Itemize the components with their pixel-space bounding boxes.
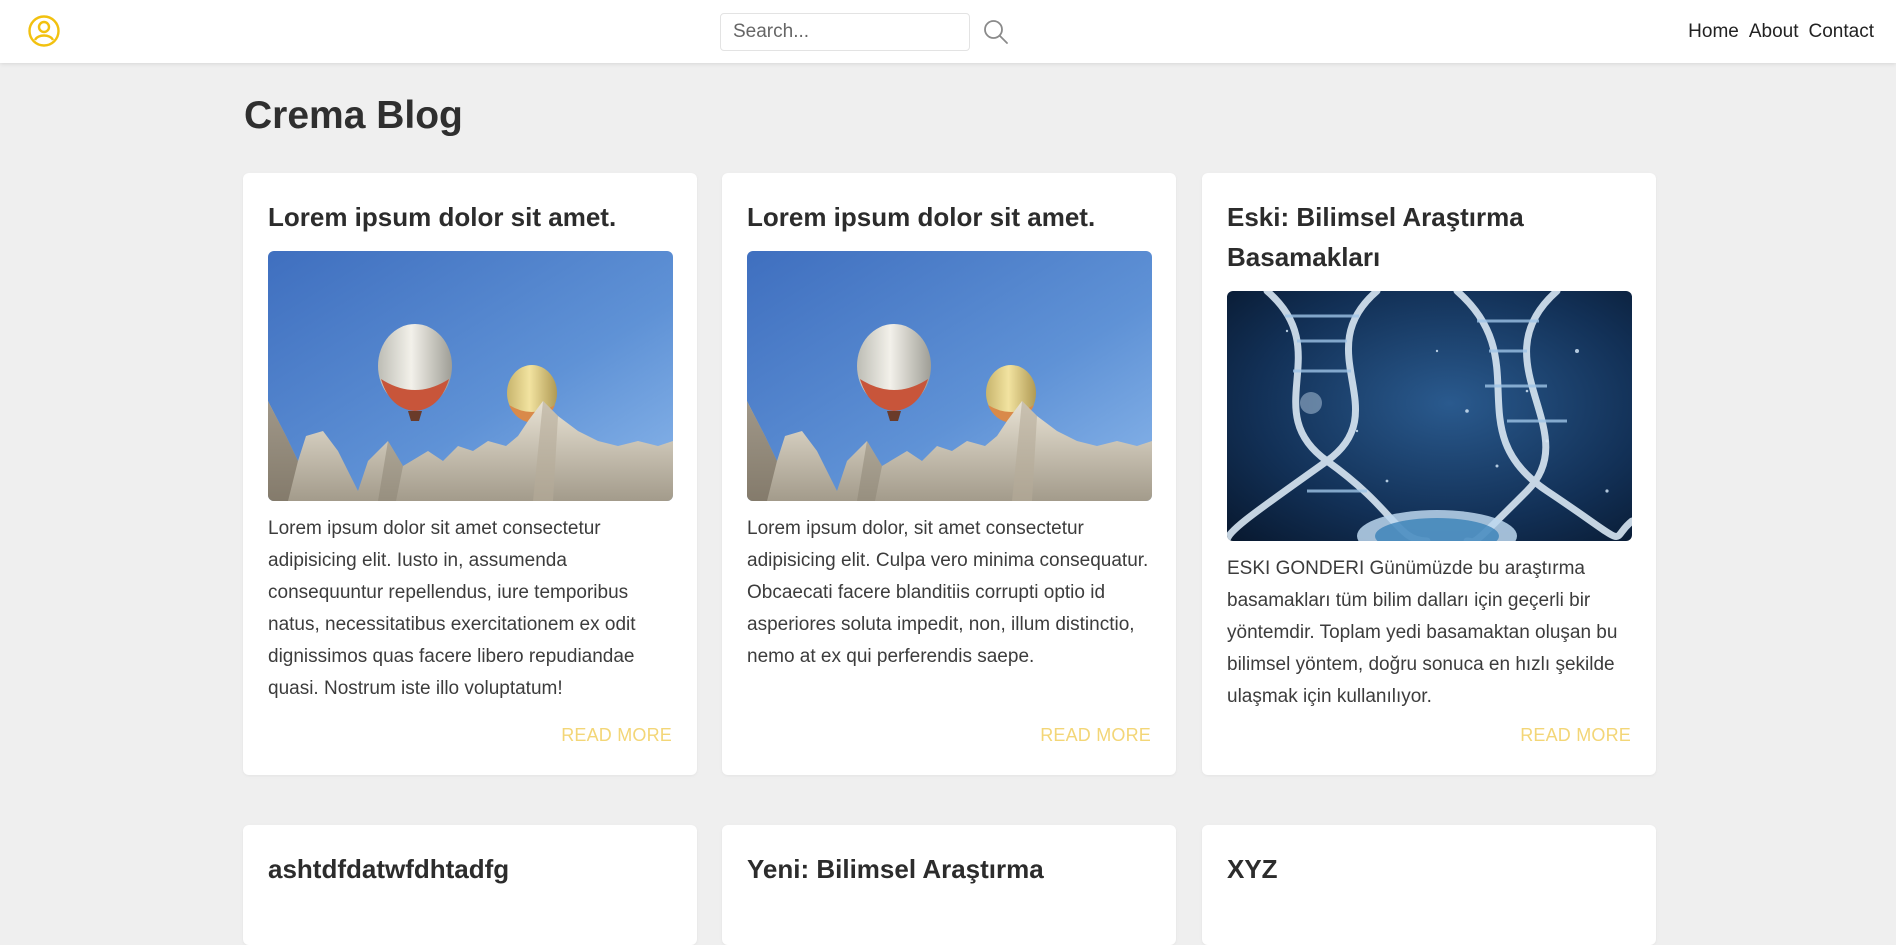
main-nav: Home About Contact	[1688, 20, 1874, 44]
read-more-link[interactable]: READ MORE	[1520, 725, 1631, 746]
read-more-link[interactable]: READ MORE	[561, 725, 672, 746]
nav-about-link[interactable]: About	[1749, 20, 1799, 44]
search-input[interactable]	[720, 13, 970, 51]
post-excerpt: Lorem ipsum dolor sit amet consectetur a…	[268, 518, 636, 699]
blog-post-card: ashtdfdatwfdhtadfg	[243, 825, 697, 945]
blog-post-card: Lorem ipsum dolor sit amet. Lorem ipsum …	[722, 173, 1176, 775]
nav-home-link[interactable]: Home	[1688, 20, 1739, 44]
post-title[interactable]: Eski: Bilimsel Araştırma Basamakları	[1227, 197, 1631, 277]
read-more-link[interactable]: READ MORE	[1040, 725, 1151, 746]
post-title[interactable]: Lorem ipsum dolor sit amet.	[747, 197, 1151, 237]
post-excerpt: ESKI GONDERI Günümüzde bu araştırma basa…	[1227, 558, 1618, 707]
post-title[interactable]: Yeni: Bilimsel Araştırma	[747, 849, 1151, 889]
top-navbar: Home About Contact	[0, 0, 1896, 63]
blog-post-card: Eski: Bilimsel Araştırma Basamakları ESK…	[1202, 173, 1656, 775]
blog-post-card: Yeni: Bilimsel Araştırma	[722, 825, 1176, 945]
page-title: Crema Blog	[244, 94, 463, 137]
search-icon[interactable]	[982, 18, 1010, 46]
post-excerpt: Lorem ipsum dolor, sit amet consectetur …	[747, 518, 1149, 667]
post-image	[747, 251, 1152, 501]
user-circle-icon[interactable]	[27, 14, 61, 48]
blog-post-card: XYZ	[1202, 825, 1656, 945]
post-image	[1227, 291, 1632, 541]
blog-post-card: Lorem ipsum dolor sit amet. Lorem ipsum …	[243, 173, 697, 775]
nav-contact-link[interactable]: Contact	[1809, 20, 1874, 44]
post-image	[268, 251, 673, 501]
post-title[interactable]: Lorem ipsum dolor sit amet.	[268, 197, 672, 237]
post-title[interactable]: XYZ	[1227, 849, 1631, 889]
post-title[interactable]: ashtdfdatwfdhtadfg	[268, 849, 672, 889]
